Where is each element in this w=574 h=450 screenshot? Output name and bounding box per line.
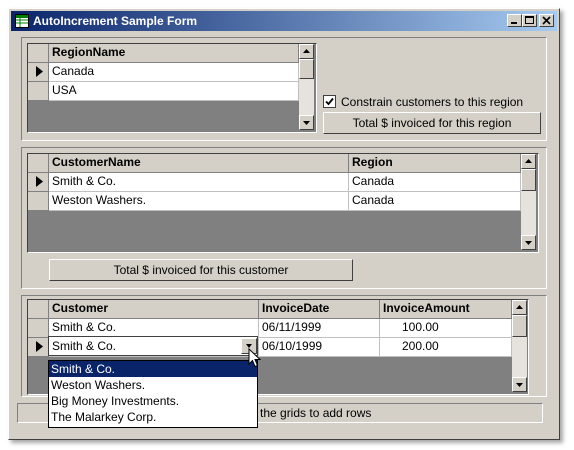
mouse-cursor-icon (248, 348, 262, 368)
current-row-icon (36, 341, 43, 352)
arrow-up-icon (303, 49, 310, 53)
scroll-down-button[interactable] (521, 235, 536, 250)
constrain-checkbox-label: Constrain customers to this region (341, 95, 524, 109)
invoice-customer-header[interactable]: Customer (49, 300, 259, 319)
scroll-down-button[interactable] (512, 377, 527, 392)
dropdown-option[interactable]: Smith & Co. (49, 361, 257, 377)
main-window: AutoIncrement Sample Form RegionName Can… (8, 8, 560, 440)
customer-header-selector (28, 154, 49, 173)
arrow-down-icon (303, 121, 310, 125)
region-row-selector-1[interactable] (28, 63, 49, 82)
invoice-amount-cell[interactable]: 200.00 (380, 338, 512, 357)
invoice-scrollbar[interactable] (512, 300, 527, 392)
close-icon (542, 16, 551, 25)
region-row-selector-2[interactable] (28, 82, 49, 101)
arrow-down-icon (525, 241, 532, 245)
invoice-date-cell[interactable]: 06/10/1999 (259, 338, 380, 357)
dropdown-option[interactable]: The Malarkey Corp. (49, 409, 257, 425)
region-row-2[interactable]: USA (49, 82, 299, 101)
dropdown-option[interactable]: Big Money Investments. (49, 393, 257, 409)
invoice-amount-cell[interactable]: 100.00 (380, 319, 512, 338)
current-row-icon (36, 176, 43, 187)
form-icon (15, 14, 29, 28)
minimize-button[interactable] (507, 14, 522, 27)
minimize-icon (511, 22, 517, 24)
scroll-up-button[interactable] (521, 154, 536, 169)
scroll-thumb[interactable] (299, 59, 314, 79)
customer-grid: CustomerName Region Smith & Co. Canada W… (27, 153, 539, 253)
invoice-row-selector-2[interactable] (28, 338, 49, 357)
customer-panel: CustomerName Region Smith & Co. Canada W… (21, 147, 547, 289)
customer-row-selector-2[interactable] (28, 192, 49, 211)
arrow-up-icon (516, 305, 523, 309)
customer-combo-box[interactable]: Smith & Co. (48, 336, 258, 356)
region-header[interactable]: Region (349, 154, 521, 173)
dropdown-option[interactable]: Weston Washers. (49, 377, 257, 393)
title-bar[interactable]: AutoIncrement Sample Form (11, 11, 557, 31)
maximize-button[interactable] (522, 14, 537, 27)
maximize-icon (525, 16, 534, 24)
region-panel: RegionName Canada USA Constrain customer… (21, 37, 547, 141)
scroll-up-button[interactable] (512, 300, 527, 315)
customer-name-cell[interactable]: Smith & Co. (49, 173, 349, 192)
invoice-header-selector (28, 300, 49, 319)
invoice-row-selector-1[interactable] (28, 319, 49, 338)
invoice-date-header[interactable]: InvoiceDate (259, 300, 380, 319)
customer-scrollbar[interactable] (521, 154, 536, 250)
status-bar-text: the grids to add rows (260, 406, 372, 420)
region-header-selector (28, 44, 49, 63)
scroll-up-button[interactable] (299, 44, 314, 59)
customer-row-selector-1[interactable] (28, 173, 49, 192)
constrain-checkbox[interactable]: Constrain customers to this region (323, 94, 545, 110)
scroll-down-button[interactable] (299, 115, 314, 130)
close-button[interactable] (539, 14, 554, 27)
region-name-header[interactable]: RegionName (49, 44, 299, 63)
checkbox-checked-icon[interactable] (323, 95, 336, 108)
customer-combo-value[interactable]: Smith & Co. (52, 338, 116, 355)
region-total-button[interactable]: Total $ invoiced for this region (323, 112, 541, 134)
customer-region-cell[interactable]: Canada (349, 192, 521, 211)
region-scrollbar[interactable] (299, 44, 314, 130)
current-row-icon (36, 66, 43, 77)
arrow-down-icon (516, 383, 523, 387)
customer-name-cell[interactable]: Weston Washers. (49, 192, 349, 211)
scroll-thumb[interactable] (521, 169, 536, 191)
customer-total-button[interactable]: Total $ invoiced for this customer (49, 259, 353, 281)
invoice-amount-header[interactable]: InvoiceAmount (380, 300, 512, 319)
region-row-1[interactable]: Canada (49, 63, 299, 82)
customer-name-header[interactable]: CustomerName (49, 154, 349, 173)
customer-region-cell[interactable]: Canada (349, 173, 521, 192)
customer-dropdown-list[interactable]: Smith & Co. Weston Washers. Big Money In… (48, 360, 258, 428)
scroll-thumb[interactable] (512, 315, 527, 337)
arrow-up-icon (525, 159, 532, 163)
window-title: AutoIncrement Sample Form (33, 14, 198, 28)
invoice-date-cell[interactable]: 06/11/1999 (259, 319, 380, 338)
region-grid: RegionName Canada USA (27, 43, 317, 133)
